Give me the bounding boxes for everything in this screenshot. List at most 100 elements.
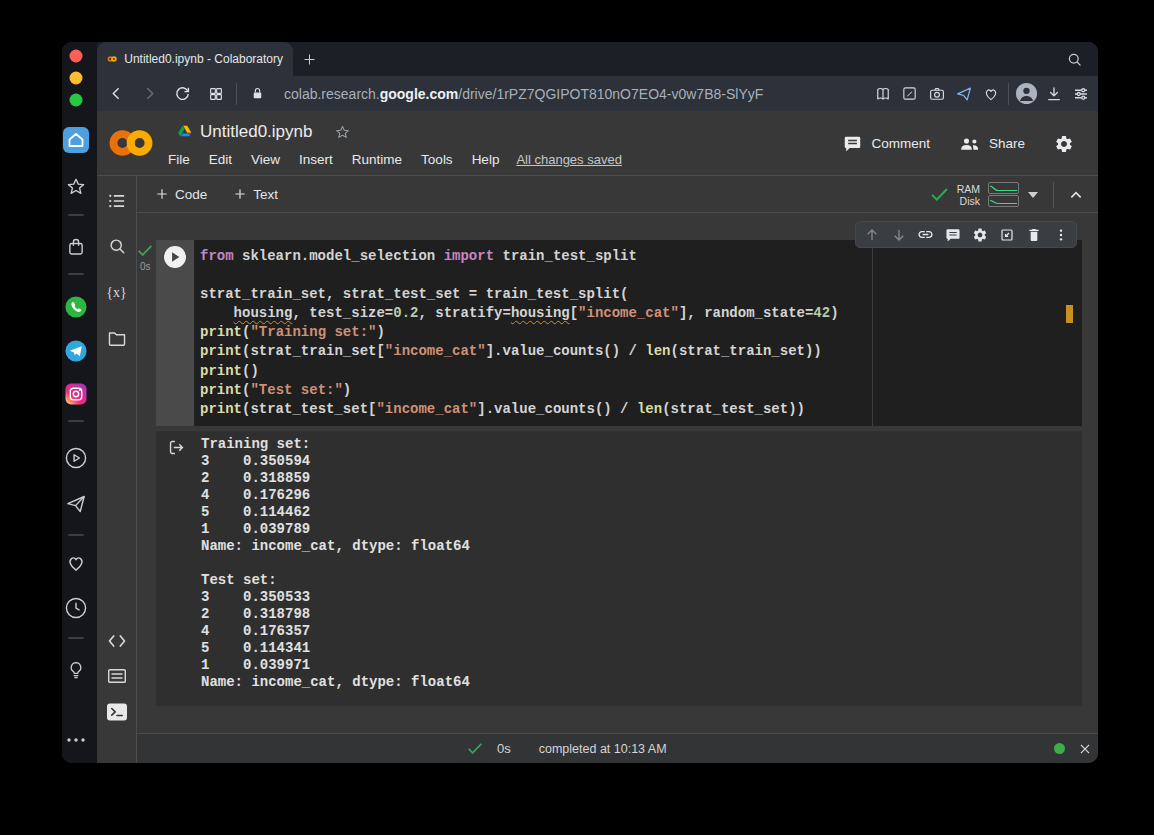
forward-button[interactable]	[133, 76, 166, 111]
sidebar-divider	[68, 273, 84, 275]
drive-icon	[177, 125, 192, 139]
reading-list-icon[interactable]	[869, 76, 896, 111]
cell-exec-time: 0s	[140, 261, 151, 272]
colab-header: Untitled0.ipynb File Edit View Insert Ru…	[97, 111, 1098, 176]
back-button[interactable]	[100, 76, 133, 111]
output-icon	[167, 438, 186, 457]
new-tab-button[interactable]	[295, 42, 323, 76]
run-cell-button[interactable]	[164, 246, 186, 268]
column-ruler	[872, 240, 873, 426]
search-icon[interactable]	[107, 237, 126, 256]
disk-label: Disk	[957, 195, 980, 207]
send-app-icon[interactable]	[65, 493, 88, 516]
settings-sliders-icon[interactable]	[1067, 76, 1094, 111]
clock-app-icon[interactable]	[65, 597, 88, 620]
sidebar-divider	[68, 420, 84, 422]
menu-file[interactable]: File	[168, 152, 190, 167]
overview-warning-marker	[1066, 305, 1073, 323]
lightbulb-app-icon[interactable]	[66, 659, 87, 682]
ram-label: RAM	[957, 183, 980, 195]
menu-help[interactable]: Help	[472, 152, 500, 167]
delete-cell-icon[interactable]	[1020, 221, 1047, 248]
cell-executed-check-icon	[137, 244, 153, 257]
menu-bar: File Edit View Insert Runtime Tools Help…	[168, 152, 622, 167]
comment-cell-icon[interactable]	[939, 221, 966, 248]
command-palette-icon[interactable]	[107, 669, 126, 684]
cell-settings-gear-icon[interactable]	[966, 221, 993, 248]
link-cell-icon[interactable]	[912, 221, 939, 248]
edit-icon[interactable]	[896, 76, 923, 111]
profile-avatar[interactable]	[1013, 76, 1040, 111]
resource-monitor[interactable]: RAMDisk	[930, 176, 1084, 213]
toolbar-divider	[1053, 182, 1054, 208]
resource-sparklines	[988, 181, 1019, 208]
notebook-title[interactable]: Untitled0.ipynb	[200, 122, 312, 142]
status-bar: 0s completed at 10:13 AM	[137, 733, 1098, 763]
add-text-button[interactable]: Text	[233, 187, 278, 202]
telegram-app-icon[interactable]	[65, 340, 88, 363]
comment-button[interactable]: Comment	[843, 134, 930, 153]
settings-gear-icon[interactable]	[1054, 134, 1074, 154]
status-exec-time: 0s	[497, 741, 511, 756]
instagram-app-icon[interactable]	[65, 383, 88, 406]
traffic-minimize-button[interactable]	[70, 72, 83, 85]
more-apps-icon[interactable]	[65, 736, 87, 744]
star-app-icon[interactable]	[65, 176, 87, 198]
comment-icon	[843, 134, 862, 153]
home-app-icon[interactable]	[63, 127, 90, 154]
move-cell-up-icon[interactable]	[858, 221, 885, 248]
caret-down-icon[interactable]	[1027, 191, 1039, 199]
terminal-icon[interactable]	[107, 704, 127, 721]
tab-bar: Untitled0.ipynb - Colaboratory	[97, 42, 1098, 76]
menu-view[interactable]: View	[251, 152, 280, 167]
tab-search-icon[interactable]	[1060, 42, 1088, 76]
more-cell-actions-icon[interactable]	[1047, 221, 1074, 248]
heart-app-icon[interactable]	[65, 552, 88, 575]
favorite-icon[interactable]	[977, 76, 1004, 111]
shopping-bag-app-icon[interactable]	[66, 236, 87, 258]
cell-toolbar	[855, 221, 1077, 248]
share-icon	[959, 136, 980, 152]
colab-tab-icon	[107, 53, 117, 65]
files-icon[interactable]	[107, 331, 126, 348]
connected-check-icon	[930, 187, 949, 202]
video-app-icon[interactable]	[65, 447, 88, 470]
tab-title: Untitled0.ipynb - Colaboratory	[124, 52, 283, 66]
menu-runtime[interactable]: Runtime	[352, 152, 402, 167]
menu-insert[interactable]: Insert	[299, 152, 333, 167]
colab-app: Untitled0.ipynb File Edit View Insert Ru…	[97, 111, 1098, 763]
url-divider	[1008, 83, 1009, 105]
share-page-icon[interactable]	[950, 76, 977, 111]
downloads-icon[interactable]	[1040, 76, 1067, 111]
star-notebook-icon[interactable]	[334, 124, 351, 141]
table-of-contents-icon[interactable]	[107, 193, 126, 209]
code-cell: from sklearn.model_selection import trai…	[156, 240, 1082, 426]
move-cell-down-icon[interactable]	[885, 221, 912, 248]
url-text[interactable]: colab.research.google.com/drive/1rPZ7QGI…	[284, 86, 869, 102]
save-status[interactable]: All changes saved	[516, 152, 622, 167]
share-button[interactable]: Share	[959, 136, 1025, 152]
status-check-icon	[467, 742, 483, 755]
close-status-icon[interactable]	[1078, 742, 1092, 756]
colab-sidebar: {x}	[97, 176, 137, 763]
whatsapp-app-icon[interactable]	[65, 296, 88, 319]
notebook-toolbar: Code Text RAMDisk	[137, 176, 1098, 213]
browser-tab[interactable]: Untitled0.ipynb - Colaboratory	[97, 42, 293, 76]
collapse-toolbar-icon[interactable]	[1068, 187, 1084, 203]
code-snippets-icon[interactable]	[107, 634, 127, 648]
apps-grid-button[interactable]	[199, 76, 232, 111]
colab-logo[interactable]	[106, 128, 156, 158]
sidebar-divider	[68, 214, 84, 216]
add-code-button[interactable]: Code	[155, 187, 207, 202]
variables-icon[interactable]: {x}	[106, 285, 126, 301]
camera-icon[interactable]	[923, 76, 950, 111]
menu-tools[interactable]: Tools	[421, 152, 453, 167]
traffic-zoom-button[interactable]	[70, 94, 83, 107]
traffic-close-button[interactable]	[70, 50, 83, 63]
open-in-tab-icon[interactable]	[993, 221, 1020, 248]
code-editor[interactable]: from sklearn.model_selection import trai…	[194, 240, 1082, 426]
lock-icon[interactable]	[241, 76, 274, 111]
cell-output: Training set: 3 0.350594 2 0.318859 4 0.…	[156, 431, 1082, 706]
menu-edit[interactable]: Edit	[209, 152, 232, 167]
reload-button[interactable]	[166, 76, 199, 111]
